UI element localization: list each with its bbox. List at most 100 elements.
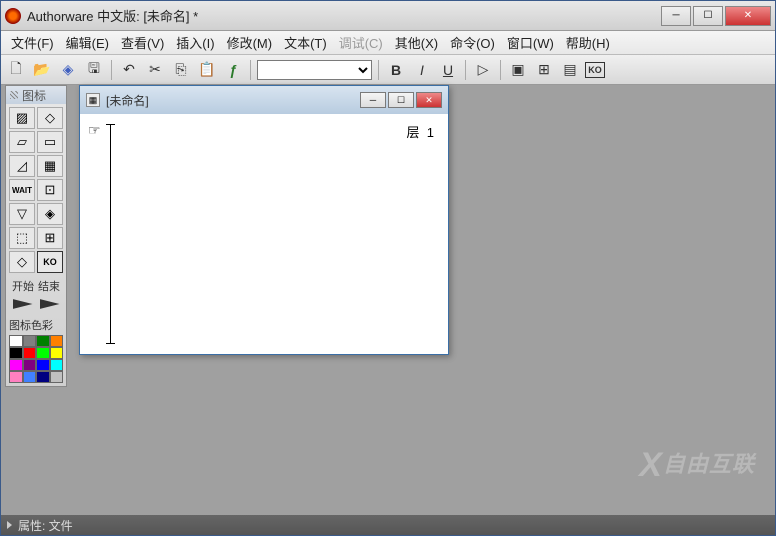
color-swatch[interactable] [23, 359, 37, 371]
app-window: Authorware 中文版: [未命名] * ─ ☐ ✕ 文件(F)编辑(E)… [0, 0, 776, 536]
bold-icon[interactable]: B [385, 59, 407, 81]
menu-x[interactable]: 其他(X) [389, 31, 444, 54]
ko-tool-icon[interactable]: KO [37, 251, 63, 273]
minimize-button[interactable]: ─ [661, 6, 691, 26]
close-button[interactable]: ✕ [725, 6, 771, 26]
color-swatch[interactable] [9, 371, 23, 383]
doc-close-button[interactable]: ✕ [416, 92, 442, 108]
hand-icon[interactable]: ☞ [88, 122, 101, 139]
dvd-tool-icon[interactable]: ◇ [9, 251, 35, 273]
menu-e[interactable]: 编辑(E) [60, 31, 115, 54]
start-label: 开始 [12, 278, 34, 294]
separator [378, 60, 379, 80]
functions-icon[interactable]: ⊞ [533, 59, 555, 81]
color-swatch[interactable] [23, 335, 37, 347]
flowline[interactable] [110, 124, 111, 344]
flag-labels: 开始 结束 [6, 276, 66, 296]
menu-f[interactable]: 文件(F) [5, 31, 60, 54]
ctrl-panel-icon[interactable]: ▣ [507, 59, 529, 81]
color-swatch[interactable] [36, 347, 50, 359]
ko-icon[interactable]: KO [585, 62, 605, 78]
toolbar: 🗋 📂 ◈ 🖫 ↶ ✂ ⎘ 📋 ƒ B I U ▷ ▣ ⊞ ▤ KO [1, 55, 775, 85]
new-icon[interactable]: 🗋 [5, 59, 27, 81]
underline-icon[interactable]: U [437, 59, 459, 81]
find-icon[interactable]: ƒ [222, 59, 244, 81]
menu-t[interactable]: 文本(T) [278, 31, 333, 54]
save-all-icon[interactable]: ◈ [57, 59, 79, 81]
color-swatch[interactable] [23, 371, 37, 383]
navigate-tool-icon[interactable]: ◿ [9, 155, 35, 177]
color-swatch[interactable] [36, 335, 50, 347]
color-swatch[interactable] [9, 359, 23, 371]
interaction-tool-icon[interactable]: ⊡ [37, 179, 63, 201]
display-tool-icon[interactable]: ▨ [9, 107, 35, 129]
expand-icon[interactable] [7, 521, 12, 529]
flowline-area[interactable]: ☞ 层 1 [80, 114, 448, 354]
menu-i[interactable]: 插入(I) [170, 31, 220, 54]
menu-m[interactable]: 修改(M) [221, 31, 279, 54]
tool-grid: ▨ ◇ ▱ ▭ ◿ ▦ WAIT ⊡ ▽ ◈ ⬚ ⊞ ◇ KO [6, 104, 66, 276]
end-label: 结束 [38, 278, 60, 294]
menu-v[interactable]: 查看(V) [115, 31, 170, 54]
motion-tool-icon[interactable]: ◇ [37, 107, 63, 129]
titlebar: Authorware 中文版: [未命名] * ─ ☐ ✕ [1, 1, 775, 31]
palette-title: 图标 [6, 86, 66, 104]
watermark: X自由互联 [639, 446, 755, 485]
separator [500, 60, 501, 80]
start-flag-icon[interactable] [13, 299, 33, 309]
doc-titlebar[interactable]: ▦ [未命名] ─ ☐ ✕ [80, 86, 448, 114]
icon-palette: 图标 ▨ ◇ ▱ ▭ ◿ ▦ WAIT ⊡ ▽ ◈ ⬚ ⊞ ◇ KO 开始 结束 [5, 85, 67, 387]
play-icon[interactable]: ▷ [472, 59, 494, 81]
color-grid [9, 335, 63, 383]
menubar: 文件(F)编辑(E)查看(V)插入(I)修改(M)文本(T)调试(C)其他(X)… [1, 31, 775, 55]
color-label: 图标色彩 [9, 315, 63, 335]
doc-title: [未命名] [106, 92, 358, 109]
separator [111, 60, 112, 80]
doc-maximize-button[interactable]: ☐ [388, 92, 414, 108]
stop-flag-icon[interactable] [40, 299, 60, 309]
menu-w[interactable]: 窗口(W) [501, 31, 560, 54]
save-icon[interactable]: 🖫 [83, 59, 105, 81]
maximize-button[interactable]: ☐ [693, 6, 723, 26]
color-section: 图标色彩 [6, 312, 66, 386]
paste-icon[interactable]: 📋 [196, 59, 218, 81]
wait-tool-icon[interactable]: ▭ [37, 131, 63, 153]
workspace: 图标 ▨ ◇ ▱ ▭ ◿ ▦ WAIT ⊡ ▽ ◈ ⬚ ⊞ ◇ KO 开始 结束 [1, 85, 775, 515]
design-window: ▦ [未命名] ─ ☐ ✕ ☞ 层 1 [79, 85, 449, 355]
color-swatch[interactable] [23, 347, 37, 359]
flag-row [6, 296, 66, 312]
copy-icon[interactable]: ⎘ [170, 59, 192, 81]
sound-tool-icon[interactable]: ⊞ [37, 227, 63, 249]
style-select[interactable] [257, 60, 372, 80]
calc-tool-icon[interactable]: ▽ [9, 203, 35, 225]
color-swatch[interactable] [9, 335, 23, 347]
color-swatch[interactable] [50, 359, 64, 371]
open-icon[interactable]: 📂 [31, 59, 53, 81]
status-text: 属性: 文件 [18, 517, 73, 534]
separator [465, 60, 466, 80]
menu-c[interactable]: 调试(C) [333, 31, 389, 54]
decision-tool-icon[interactable]: WAIT [9, 179, 35, 201]
italic-icon[interactable]: I [411, 59, 433, 81]
color-swatch[interactable] [36, 371, 50, 383]
undo-icon[interactable]: ↶ [118, 59, 140, 81]
movie-tool-icon[interactable]: ⬚ [9, 227, 35, 249]
doc-minimize-button[interactable]: ─ [360, 92, 386, 108]
color-swatch[interactable] [50, 371, 64, 383]
map-tool-icon[interactable]: ◈ [37, 203, 63, 225]
color-swatch[interactable] [50, 335, 64, 347]
layer-indicator: 层 1 [407, 122, 434, 141]
menu-h[interactable]: 帮助(H) [560, 31, 616, 54]
color-swatch[interactable] [9, 347, 23, 359]
erase-tool-icon[interactable]: ▱ [9, 131, 35, 153]
menu-o[interactable]: 命令(O) [444, 31, 501, 54]
color-swatch[interactable] [36, 359, 50, 371]
framework-tool-icon[interactable]: ▦ [37, 155, 63, 177]
statusbar: 属性: 文件 [1, 515, 775, 535]
app-icon [5, 8, 21, 24]
separator [250, 60, 251, 80]
variables-icon[interactable]: ▤ [559, 59, 581, 81]
color-swatch[interactable] [50, 347, 64, 359]
cut-icon[interactable]: ✂ [144, 59, 166, 81]
window-controls: ─ ☐ ✕ [661, 6, 771, 26]
